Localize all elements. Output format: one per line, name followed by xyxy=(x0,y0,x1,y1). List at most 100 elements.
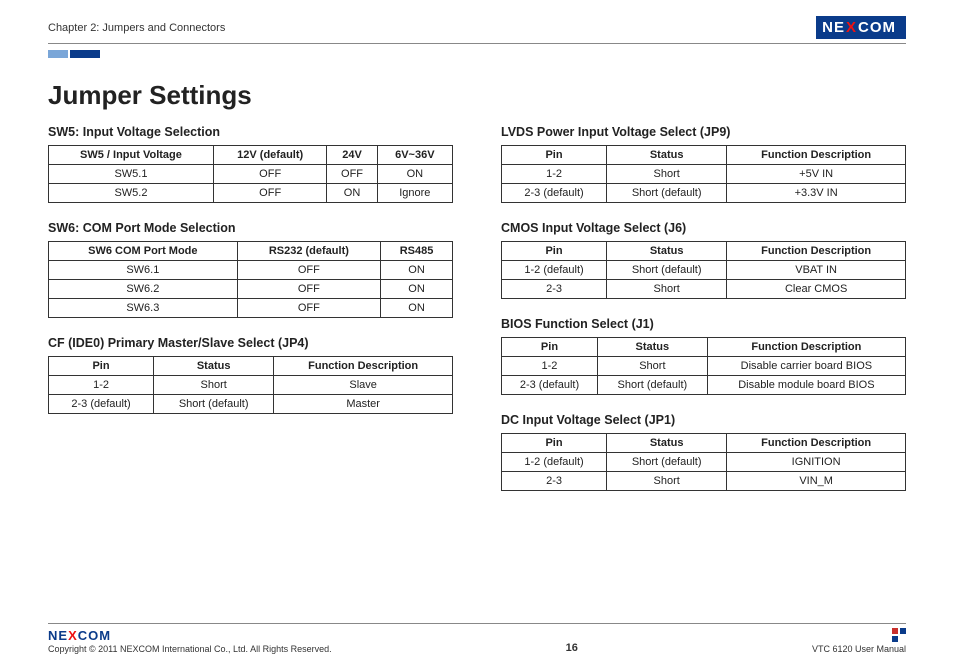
table-row: SW6.3OFFON xyxy=(49,299,453,318)
footer-icon xyxy=(892,628,906,642)
table-header-cell: Status xyxy=(597,338,707,357)
table-cell: 2-3 (default) xyxy=(49,395,154,414)
table-cell: SW5.1 xyxy=(49,165,214,184)
brand-text-x: X xyxy=(846,19,857,36)
table-header-cell: Status xyxy=(607,434,727,453)
table-cell: OFF xyxy=(237,299,380,318)
table-row: 2-3ShortClear CMOS xyxy=(502,280,906,299)
table-cell: Slave xyxy=(274,376,453,395)
table-row: 1-2 (default)Short (default)VBAT IN xyxy=(502,261,906,280)
table-header-cell: Function Description xyxy=(727,146,906,165)
table-cell: Clear CMOS xyxy=(727,280,906,299)
table-cell: Short xyxy=(154,376,274,395)
table-header-cell: SW6 COM Port Mode xyxy=(49,242,238,261)
table-cell: Disable module board BIOS xyxy=(707,376,905,395)
content-columns: SW5: Input Voltage Selection SW5 / Input … xyxy=(48,125,906,509)
table-cell: Short xyxy=(597,357,707,376)
page-header: Chapter 2: Jumpers and Connectors NEXCOM xyxy=(48,16,906,44)
data-table: SW6 COM Port ModeRS232 (default)RS485 SW6… xyxy=(48,241,453,318)
copyright-text: Copyright © 2011 NEXCOM International Co… xyxy=(48,644,332,654)
left-column: SW5: Input Voltage Selection SW5 / Input … xyxy=(48,125,453,509)
table-header-cell: RS485 xyxy=(381,242,453,261)
section-title: CF (IDE0) Primary Master/Slave Select (J… xyxy=(48,336,453,350)
table-cell: SW6.3 xyxy=(49,299,238,318)
table-header-cell: Pin xyxy=(502,146,607,165)
table-cell: OFF xyxy=(327,165,377,184)
table-cell: Disable carrier board BIOS xyxy=(707,357,905,376)
table-header-cell: Pin xyxy=(502,242,607,261)
brand-logo: NEXCOM xyxy=(816,16,906,39)
table-cell: Short (default) xyxy=(154,395,274,414)
table-header-cell: Status xyxy=(154,357,274,376)
section-title: DC Input Voltage Select (JP1) xyxy=(501,413,906,427)
table-row: 1-2 (default)Short (default)IGNITION xyxy=(502,453,906,472)
table-header-cell: Function Description xyxy=(727,434,906,453)
table-cell: OFF xyxy=(237,261,380,280)
table-cell: 1-2 xyxy=(502,357,598,376)
table-cell: SW6.1 xyxy=(49,261,238,280)
table-header-cell: Function Description xyxy=(274,357,453,376)
table-cell: ON xyxy=(381,261,453,280)
table-cell: SW6.2 xyxy=(49,280,238,299)
table-cell: Short xyxy=(607,472,727,491)
table-header-cell: 12V (default) xyxy=(213,146,326,165)
table-row: 2-3 (default)Short (default)Master xyxy=(49,395,453,414)
table-cell: SW5.2 xyxy=(49,184,214,203)
table-cell: ON xyxy=(381,280,453,299)
table-cell: +3.3V IN xyxy=(727,184,906,203)
table-row: 1-2ShortDisable carrier board BIOS xyxy=(502,357,906,376)
table-row: 1-2Short+5V IN xyxy=(502,165,906,184)
table-cell: ON xyxy=(377,165,452,184)
table-header-cell: Function Description xyxy=(727,242,906,261)
section-title: CMOS Input Voltage Select (J6) xyxy=(501,221,906,235)
table-header-cell: Pin xyxy=(49,357,154,376)
table-cell: ON xyxy=(381,299,453,318)
table-header-cell: RS232 (default) xyxy=(237,242,380,261)
accent-bars xyxy=(48,50,906,58)
table-cell: Short (default) xyxy=(607,184,727,203)
table-cell: ON xyxy=(327,184,377,203)
right-column: LVDS Power Input Voltage Select (JP9)Pin… xyxy=(501,125,906,509)
section-title: SW6: COM Port Mode Selection xyxy=(48,221,453,235)
brand-text-2: COM xyxy=(858,19,896,36)
table-cell: Short xyxy=(607,280,727,299)
page-title: Jumper Settings xyxy=(48,80,906,111)
table-cell: 2-3 xyxy=(502,472,607,491)
table-cell: OFF xyxy=(213,184,326,203)
data-table: PinStatusFunction Description1-2 (defaul… xyxy=(501,433,906,491)
table-cell: Ignore xyxy=(377,184,452,203)
table-cell: IGNITION xyxy=(727,453,906,472)
table-cell: 1-2 xyxy=(502,165,607,184)
table-header-cell: 6V~36V xyxy=(377,146,452,165)
table-cell: 1-2 (default) xyxy=(502,261,607,280)
data-table: PinStatusFunction Description1-2 (defaul… xyxy=(501,241,906,299)
data-table: SW5 / Input Voltage12V (default)24V6V~36… xyxy=(48,145,453,203)
section-title: BIOS Function Select (J1) xyxy=(501,317,906,331)
table-cell: Short (default) xyxy=(597,376,707,395)
table-cell: 2-3 (default) xyxy=(502,184,607,203)
table-cell: Short (default) xyxy=(607,261,727,280)
footer-logo: NEXCOM xyxy=(48,628,332,643)
table-header-cell: 24V xyxy=(327,146,377,165)
page-footer: NEXCOM Copyright © 2011 NEXCOM Internati… xyxy=(48,623,906,654)
data-table: PinStatusFunction Description1-2ShortDis… xyxy=(501,337,906,395)
table-cell: Short (default) xyxy=(607,453,727,472)
page-number: 16 xyxy=(566,642,578,654)
table-row: 1-2ShortSlave xyxy=(49,376,453,395)
table-cell: 1-2 (default) xyxy=(502,453,607,472)
table-cell: OFF xyxy=(213,165,326,184)
table-row: 2-3ShortVIN_M xyxy=(502,472,906,491)
table-row: SW6.2OFFON xyxy=(49,280,453,299)
table-header-cell: Function Description xyxy=(707,338,905,357)
table-cell: VBAT IN xyxy=(727,261,906,280)
table-cell: Master xyxy=(274,395,453,414)
table-cell: 1-2 xyxy=(49,376,154,395)
brand-text-1: NE xyxy=(822,19,845,36)
table-header-cell: SW5 / Input Voltage xyxy=(49,146,214,165)
table-cell: VIN_M xyxy=(727,472,906,491)
table-cell: 2-3 xyxy=(502,280,607,299)
table-row: SW5.1OFFOFFON xyxy=(49,165,453,184)
chapter-label: Chapter 2: Jumpers and Connectors xyxy=(48,22,225,34)
table-row: SW5.2OFFONIgnore xyxy=(49,184,453,203)
section-title: SW5: Input Voltage Selection xyxy=(48,125,453,139)
